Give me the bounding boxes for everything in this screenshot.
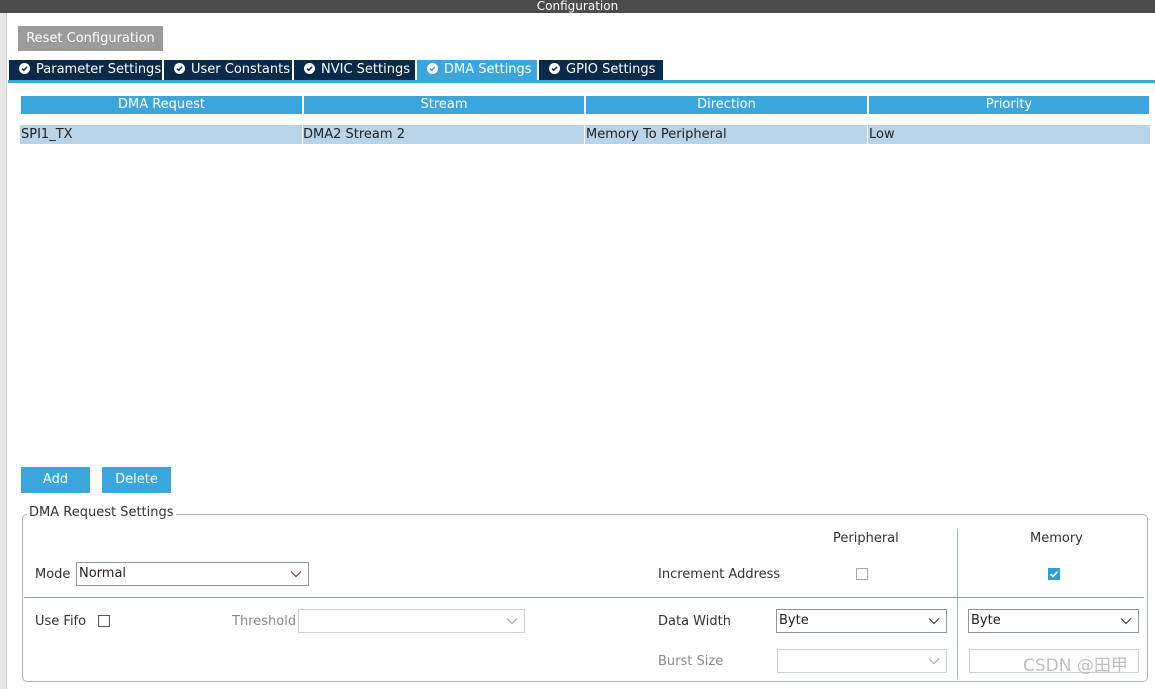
tab-underline (8, 80, 1155, 83)
chevron-down-icon (506, 618, 518, 625)
cell-stream: DMA2 Stream 2 (303, 127, 405, 142)
tab-nvic-settings[interactable]: NVIC Settings (294, 60, 415, 80)
chevron-down-icon (290, 571, 302, 578)
cell-priority: Low (869, 127, 895, 142)
mode-select[interactable]: Normal (76, 562, 309, 586)
tab-label: GPIO Settings (566, 62, 656, 77)
increment-peripheral-checkbox[interactable] (856, 568, 868, 580)
column-header-dma-request[interactable]: DMA Request (21, 96, 302, 114)
mode-value: Normal (79, 566, 127, 581)
increment-address-label: Increment Address (658, 567, 781, 582)
peripheral-header: Peripheral (833, 531, 899, 546)
memory-header: Memory (1030, 531, 1083, 546)
delete-button[interactable]: Delete (102, 467, 171, 493)
left-edge-panel (0, 13, 7, 689)
burst-size-peripheral-select[interactable] (777, 649, 947, 673)
tab-label: User Constants (191, 62, 290, 77)
cell-dma-request: SPI1_TX (21, 127, 73, 142)
tab-parameter-settings[interactable]: Parameter Settings (9, 60, 162, 80)
data-width-peripheral-select[interactable]: Byte (776, 609, 947, 633)
use-fifo-checkbox[interactable] (98, 615, 110, 627)
tab-user-constants[interactable]: User Constants (164, 60, 292, 80)
column-divider (957, 529, 958, 679)
mode-label: Mode (35, 567, 71, 582)
check-circle-icon (304, 63, 315, 74)
increment-memory-checkbox[interactable] (1048, 568, 1060, 580)
tab-label: DMA Settings (444, 62, 532, 77)
column-header-stream[interactable]: Stream (304, 96, 584, 114)
tab-label: NVIC Settings (321, 62, 410, 77)
cell-direction: Memory To Peripheral (586, 127, 727, 142)
use-fifo-label: Use Fifo (35, 614, 87, 629)
add-button[interactable]: Add (21, 467, 90, 493)
check-circle-icon (174, 63, 185, 74)
data-width-peripheral-value: Byte (779, 613, 809, 628)
chevron-down-icon (928, 618, 940, 625)
data-width-label: Data Width (658, 614, 731, 629)
data-width-memory-select[interactable]: Byte (968, 609, 1139, 633)
threshold-select[interactable] (298, 609, 525, 633)
checkmark-icon (1049, 571, 1059, 578)
column-header-priority[interactable]: Priority (869, 96, 1149, 114)
check-circle-icon (19, 63, 30, 74)
check-circle-icon (549, 63, 560, 74)
chevron-down-icon (1120, 618, 1132, 625)
check-circle-icon (427, 63, 438, 74)
data-width-memory-value: Byte (971, 613, 1001, 628)
tab-label: Parameter Settings (36, 62, 162, 77)
threshold-label: Threshold (232, 614, 297, 629)
tab-gpio-settings[interactable]: GPIO Settings (539, 60, 663, 80)
column-header-direction[interactable]: Direction (586, 96, 867, 114)
tab-dma-settings[interactable]: DMA Settings (417, 60, 537, 80)
watermark: CSDN @田甲 (1023, 656, 1128, 676)
chevron-down-icon (928, 658, 940, 665)
group-title: DMA Request Settings (27, 505, 176, 521)
window-title: Configuration (0, 0, 1155, 13)
burst-size-label: Burst Size (658, 654, 724, 669)
reset-configuration-button[interactable]: Reset Configuration (18, 26, 163, 51)
section-divider (24, 597, 1144, 598)
